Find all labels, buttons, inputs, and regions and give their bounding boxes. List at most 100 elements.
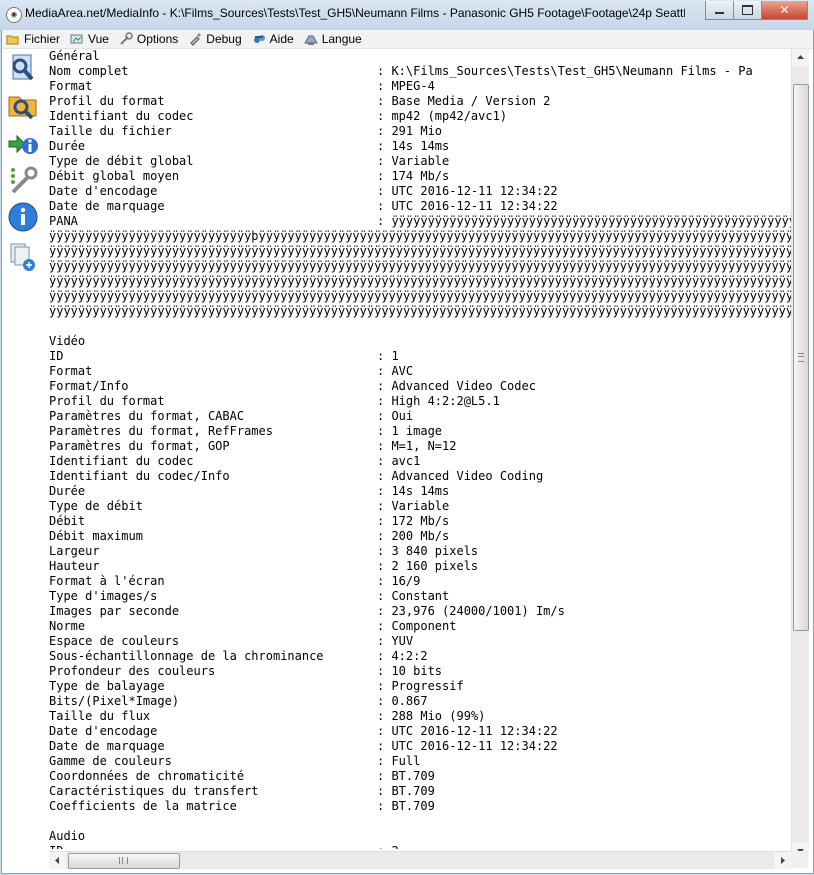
field-separator: : [377,709,392,723]
field-label: Taille du flux [49,709,151,723]
report-text-area[interactable]: Général Nom complet: K:\Films_Sources\Tes… [49,49,791,849]
vertical-scrollbar[interactable] [791,49,809,859]
field-label: Format [49,364,93,378]
menu-label: Aide [269,32,294,46]
close-button[interactable]: ✕ [762,1,808,20]
menu-vue[interactable]: Vue [66,30,115,48]
field-value: avc1 [391,454,421,468]
maximize-button[interactable] [734,1,762,20]
field-value: Progressif [391,679,464,693]
report-row: Date de marquage: UTC 2016-12-11 12:34:2… [49,199,791,214]
field-separator: : [377,169,392,183]
menu-fichier[interactable]: Fichier [2,30,66,48]
menu-debug[interactable]: Debug [184,30,247,48]
report-row: Date de marquage: UTC 2016-12-11 12:34:2… [49,739,791,754]
field-label: Coefficients de la matrice [49,799,237,813]
report-row: Norme: Component [49,619,791,634]
field-label: ID [49,844,377,849]
scroll-up-arrow[interactable] [792,49,809,66]
field-separator: : [377,559,392,573]
scroll-left-arrow[interactable] [49,852,66,869]
field-value: ÿÿÿÿÿÿÿÿÿÿÿÿÿÿÿÿÿÿÿÿÿÿÿÿÿÿÿÿÿÿÿÿÿÿÿÿÿÿÿÿ… [391,214,791,228]
field-value: YUV [391,634,414,648]
language-icon [303,32,318,46]
field-label: Paramètres du format, RefFrames [49,424,273,438]
raw-value-line: ÿÿÿÿÿÿÿÿÿÿÿÿÿÿÿÿÿÿÿÿÿÿÿÿÿÿÿÿÿÿÿÿÿÿÿÿÿÿÿÿ… [49,304,791,318]
preferences-button[interactable] [7,164,39,196]
menu-langue[interactable]: Langue [300,30,368,48]
knowledge-base-button[interactable] [7,241,39,273]
field-value: 4:2:2 [391,649,428,663]
field-value: Component [391,619,457,633]
field-value: 1 [391,349,399,363]
report-row: Identifiant du codec/Info: Advanced Vide… [49,469,791,484]
field-value: 0.867 [391,694,428,708]
horizontal-scroll-thumb[interactable] [68,853,180,869]
field-value: Variable [391,499,450,513]
field-label: Profil du format [49,394,165,408]
report-row: Bits/(Pixel*Image): 0.867 [49,694,791,709]
export-icon [8,134,38,154]
field-value: 16/9 [391,574,421,588]
field-separator: : [377,574,392,588]
vertical-scroll-thumb[interactable] [793,84,809,631]
field-value: Full [391,754,421,768]
field-value: K:\Films_Sources\Tests\Test_GH5\Neumann … [391,64,753,78]
open-folder-button[interactable] [7,89,39,121]
report-row: Format: MPEG-4 [49,79,791,94]
field-separator: : [377,484,392,498]
field-separator: : [377,799,392,813]
field-label: Paramètres du format, CABAC [49,409,245,423]
report-row: Type de débit global: Variable [49,154,791,169]
field-separator: : [377,79,392,93]
close-icon: ✕ [779,3,790,17]
field-value: High 4:2:2@L5.1 [391,394,500,408]
about-button[interactable] [7,201,39,233]
field-label: PANA [49,214,78,228]
scroll-right-arrow[interactable] [774,852,791,869]
field-separator: : [377,109,392,123]
raw-value-line: ÿÿÿÿÿÿÿÿÿÿÿÿÿÿÿÿÿÿÿÿÿÿÿÿÿÿÿÿÿÿÿÿÿÿÿÿÿÿÿÿ… [49,289,791,303]
field-value: M=1, N=12 [391,439,457,453]
field-value: 14s 14ms [391,484,450,498]
report-row: Type de balayage: Progressif [49,679,791,694]
scrollbar-corner [791,851,808,868]
field-separator: : [377,469,392,483]
report-row: ID: 1 [49,349,791,364]
field-label: Format/Info [49,379,129,393]
report-row: Coordonnées de chromaticité: BT.709 [49,769,791,784]
raw-value-line: ÿÿÿÿÿÿÿÿÿÿÿÿÿÿÿÿÿÿÿÿÿÿÿÿÿÿÿÿÿÿÿÿÿÿÿÿÿÿÿÿ… [49,244,791,258]
section-header: Vidéo [49,334,86,348]
minimize-button[interactable] [705,1,734,20]
report-row: Caractéristiques du transfert: BT.709 [49,784,791,799]
report-row: Durée: 14s 14ms [49,484,791,499]
report-row: Débit maximum: 200 Mb/s [49,529,791,544]
open-folder-icon [8,96,37,120]
report-row: Identifiant du codec: avc1 [49,454,791,469]
field-separator: : [377,679,392,693]
section-header: Général [49,49,100,63]
field-separator: : [377,634,392,648]
field-separator: : [377,379,392,393]
field-value: MPEG-4 [391,79,435,93]
field-separator: : [377,784,392,798]
field-label: Profil du format [49,94,165,108]
side-toolbar [2,49,46,873]
grip-icon [119,857,128,864]
field-value: Oui [391,409,414,423]
open-file-button[interactable] [7,52,39,84]
menu-options[interactable]: Options [115,30,184,48]
field-label: Type de balayage [49,679,165,693]
menu-aide[interactable]: Aide [248,30,300,48]
report-row: Paramètres du format, CABAC: Oui [49,409,791,424]
field-label: Format [49,79,93,93]
field-value: mp42 (mp42/avc1) [391,109,508,123]
horizontal-scrollbar[interactable] [49,851,791,869]
knowledge-base-icon [10,243,35,271]
field-label: Identifiant du codec [49,109,194,123]
mediainfo-app-icon: ◉ [6,7,22,23]
raw-value-line: ÿÿÿÿÿÿÿÿÿÿÿÿÿÿÿÿÿÿÿÿÿÿÿÿÿÿÿÿÿÿÿÿÿÿÿÿÿÿÿÿ… [49,259,791,273]
report-row: Hauteur: 2 160 pixels [49,559,791,574]
export-button[interactable] [7,127,39,159]
field-label: Date de marquage [49,739,165,753]
